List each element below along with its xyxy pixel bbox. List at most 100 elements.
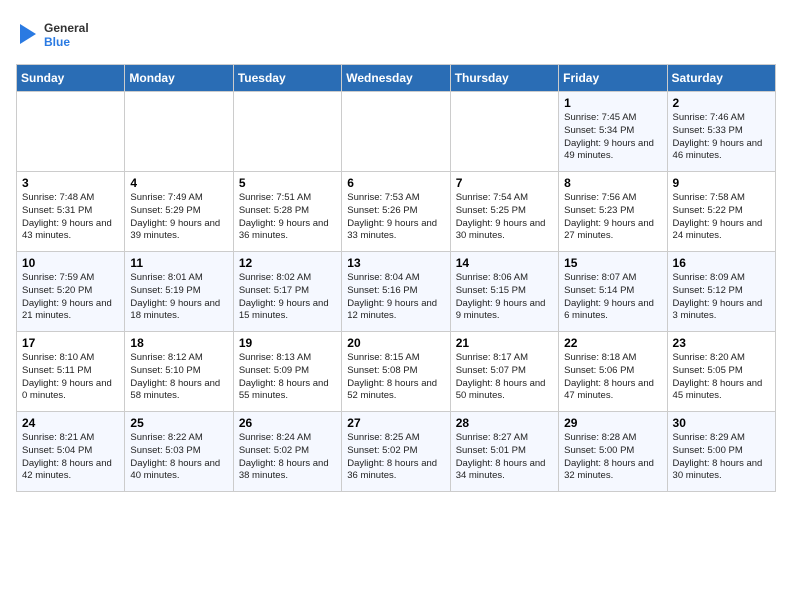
- calendar-cell: 12 Sunrise: 8:02 AM Sunset: 5:17 PM Dayli…: [233, 252, 341, 332]
- day-number: 16: [673, 256, 770, 270]
- day-info: Sunrise: 8:10 AM Sunset: 5:11 PM Dayligh…: [22, 352, 119, 403]
- logo-svg: General Blue: [16, 16, 106, 56]
- calendar-cell: 27 Sunrise: 8:25 AM Sunset: 5:02 PM Dayli…: [342, 412, 450, 492]
- calendar-cell: 13Sunrise: 8:04 AM Sunset: 5:16 PM Dayli…: [342, 252, 450, 332]
- day-info: Sunrise: 8:20 AM Sunset: 5:05 PM Dayligh…: [673, 352, 770, 403]
- svg-text:Blue: Blue: [44, 35, 70, 49]
- day-info: Sunrise: 7:54 AM Sunset: 5:25 PM Dayligh…: [456, 192, 553, 243]
- day-number: 12: [239, 256, 336, 270]
- day-number: 24: [22, 416, 119, 430]
- day-number: 10: [22, 256, 119, 270]
- day-info: Sunrise: 8:21 AM Sunset: 5:04 PM Dayligh…: [22, 432, 119, 483]
- day-info: Sunrise: 8:24 AM Sunset: 5:02 PM Dayligh…: [239, 432, 336, 483]
- calendar-cell: 1Sunrise: 7:45 AM Sunset: 5:34 PM Daylig…: [559, 92, 667, 172]
- day-number: 27: [347, 416, 444, 430]
- day-info: Sunrise: 8:17 AM Sunset: 5:07 PM Dayligh…: [456, 352, 553, 403]
- calendar-cell: 8Sunrise: 7:56 AM Sunset: 5:23 PM Daylig…: [559, 172, 667, 252]
- day-number: 13: [347, 256, 444, 270]
- calendar-cell: 15 Sunrise: 8:07 AM Sunset: 5:14 PM Dayli…: [559, 252, 667, 332]
- calendar-cell: 19Sunrise: 8:13 AM Sunset: 5:09 PM Dayli…: [233, 332, 341, 412]
- calendar-cell: 30Sunrise: 8:29 AM Sunset: 5:00 PM Dayli…: [667, 412, 775, 492]
- day-info: Sunrise: 8:12 AM Sunset: 5:10 PM Dayligh…: [130, 352, 227, 403]
- day-info: Sunrise: 7:49 AM Sunset: 5:29 PM Dayligh…: [130, 192, 227, 243]
- calendar-cell: 16 Sunrise: 8:09 AM Sunset: 5:12 PM Dayli…: [667, 252, 775, 332]
- calendar-cell: 29 Sunrise: 8:28 AM Sunset: 5:00 PM Dayli…: [559, 412, 667, 492]
- day-info: Sunrise: 8:15 AM Sunset: 5:08 PM Dayligh…: [347, 352, 444, 403]
- calendar-week-row: 1Sunrise: 7:45 AM Sunset: 5:34 PM Daylig…: [17, 92, 776, 172]
- weekday-header-row: SundayMondayTuesdayWednesdayThursdayFrid…: [17, 65, 776, 92]
- weekday-header-monday: Monday: [125, 65, 233, 92]
- weekday-header-thursday: Thursday: [450, 65, 558, 92]
- day-number: 23: [673, 336, 770, 350]
- weekday-header-saturday: Saturday: [667, 65, 775, 92]
- day-number: 5: [239, 176, 336, 190]
- calendar-cell: 14 Sunrise: 8:06 AM Sunset: 5:15 PM Dayli…: [450, 252, 558, 332]
- calendar-cell: 6 Sunrise: 7:53 AM Sunset: 5:26 PM Daylig…: [342, 172, 450, 252]
- day-info: Sunrise: 8:02 AM Sunset: 5:17 PM Dayligh…: [239, 272, 336, 323]
- day-number: 26: [239, 416, 336, 430]
- day-info: Sunrise: 7:58 AM Sunset: 5:22 PM Dayligh…: [673, 192, 770, 243]
- calendar-cell: 17Sunrise: 8:10 AM Sunset: 5:11 PM Dayli…: [17, 332, 125, 412]
- day-number: 25: [130, 416, 227, 430]
- day-number: 11: [130, 256, 227, 270]
- weekday-header-sunday: Sunday: [17, 65, 125, 92]
- calendar-week-row: 24 Sunrise: 8:21 AM Sunset: 5:04 PM Dayli…: [17, 412, 776, 492]
- day-number: 15: [564, 256, 661, 270]
- day-info: Sunrise: 7:51 AM Sunset: 5:28 PM Dayligh…: [239, 192, 336, 243]
- calendar-week-row: 3 Sunrise: 7:48 AM Sunset: 5:31 PM Daylig…: [17, 172, 776, 252]
- calendar-cell: 7 Sunrise: 7:54 AM Sunset: 5:25 PM Daylig…: [450, 172, 558, 252]
- day-number: 19: [239, 336, 336, 350]
- svg-text:General: General: [44, 21, 89, 35]
- weekday-header-tuesday: Tuesday: [233, 65, 341, 92]
- day-number: 29: [564, 416, 661, 430]
- day-info: Sunrise: 7:45 AM Sunset: 5:34 PM Dayligh…: [564, 112, 661, 163]
- calendar-cell: 24 Sunrise: 8:21 AM Sunset: 5:04 PM Dayli…: [17, 412, 125, 492]
- day-info: Sunrise: 8:18 AM Sunset: 5:06 PM Dayligh…: [564, 352, 661, 403]
- calendar-cell: 18Sunrise: 8:12 AM Sunset: 5:10 PM Dayli…: [125, 332, 233, 412]
- weekday-header-friday: Friday: [559, 65, 667, 92]
- day-number: 2: [673, 96, 770, 110]
- calendar-cell: 2 Sunrise: 7:46 AM Sunset: 5:33 PM Daylig…: [667, 92, 775, 172]
- calendar-cell: 4 Sunrise: 7:49 AM Sunset: 5:29 PM Daylig…: [125, 172, 233, 252]
- calendar-week-row: 17Sunrise: 8:10 AM Sunset: 5:11 PM Dayli…: [17, 332, 776, 412]
- weekday-header-wednesday: Wednesday: [342, 65, 450, 92]
- day-number: 4: [130, 176, 227, 190]
- day-number: 28: [456, 416, 553, 430]
- page-header: General Blue: [16, 16, 776, 56]
- calendar-cell: 26 Sunrise: 8:24 AM Sunset: 5:02 PM Dayli…: [233, 412, 341, 492]
- day-number: 3: [22, 176, 119, 190]
- day-info: Sunrise: 7:48 AM Sunset: 5:31 PM Dayligh…: [22, 192, 119, 243]
- calendar-cell: 20Sunrise: 8:15 AM Sunset: 5:08 PM Dayli…: [342, 332, 450, 412]
- day-info: Sunrise: 7:56 AM Sunset: 5:23 PM Dayligh…: [564, 192, 661, 243]
- calendar-cell: 23 Sunrise: 8:20 AM Sunset: 5:05 PM Dayli…: [667, 332, 775, 412]
- calendar-cell: 11 Sunrise: 8:01 AM Sunset: 5:19 PM Dayli…: [125, 252, 233, 332]
- day-info: Sunrise: 8:28 AM Sunset: 5:00 PM Dayligh…: [564, 432, 661, 483]
- calendar-cell: 21Sunrise: 8:17 AM Sunset: 5:07 PM Dayli…: [450, 332, 558, 412]
- day-info: Sunrise: 7:53 AM Sunset: 5:26 PM Dayligh…: [347, 192, 444, 243]
- calendar-cell: 25Sunrise: 8:22 AM Sunset: 5:03 PM Dayli…: [125, 412, 233, 492]
- day-info: Sunrise: 7:59 AM Sunset: 5:20 PM Dayligh…: [22, 272, 119, 323]
- day-info: Sunrise: 7:46 AM Sunset: 5:33 PM Dayligh…: [673, 112, 770, 163]
- calendar-table: SundayMondayTuesdayWednesdayThursdayFrid…: [16, 64, 776, 492]
- day-info: Sunrise: 8:09 AM Sunset: 5:12 PM Dayligh…: [673, 272, 770, 323]
- calendar-cell: 22Sunrise: 8:18 AM Sunset: 5:06 PM Dayli…: [559, 332, 667, 412]
- day-info: Sunrise: 8:25 AM Sunset: 5:02 PM Dayligh…: [347, 432, 444, 483]
- day-number: 6: [347, 176, 444, 190]
- day-info: Sunrise: 8:01 AM Sunset: 5:19 PM Dayligh…: [130, 272, 227, 323]
- day-info: Sunrise: 8:06 AM Sunset: 5:15 PM Dayligh…: [456, 272, 553, 323]
- calendar-cell: [125, 92, 233, 172]
- calendar-cell: 9 Sunrise: 7:58 AM Sunset: 5:22 PM Daylig…: [667, 172, 775, 252]
- calendar-cell: [233, 92, 341, 172]
- day-number: 7: [456, 176, 553, 190]
- day-number: 30: [673, 416, 770, 430]
- calendar-cell: 3 Sunrise: 7:48 AM Sunset: 5:31 PM Daylig…: [17, 172, 125, 252]
- calendar-cell: [450, 92, 558, 172]
- calendar-cell: 28Sunrise: 8:27 AM Sunset: 5:01 PM Dayli…: [450, 412, 558, 492]
- day-number: 9: [673, 176, 770, 190]
- day-number: 14: [456, 256, 553, 270]
- calendar-cell: [17, 92, 125, 172]
- calendar-week-row: 10 Sunrise: 7:59 AM Sunset: 5:20 PM Dayli…: [17, 252, 776, 332]
- calendar-cell: 10 Sunrise: 7:59 AM Sunset: 5:20 PM Dayli…: [17, 252, 125, 332]
- calendar-cell: 5 Sunrise: 7:51 AM Sunset: 5:28 PM Daylig…: [233, 172, 341, 252]
- day-info: Sunrise: 8:07 AM Sunset: 5:14 PM Dayligh…: [564, 272, 661, 323]
